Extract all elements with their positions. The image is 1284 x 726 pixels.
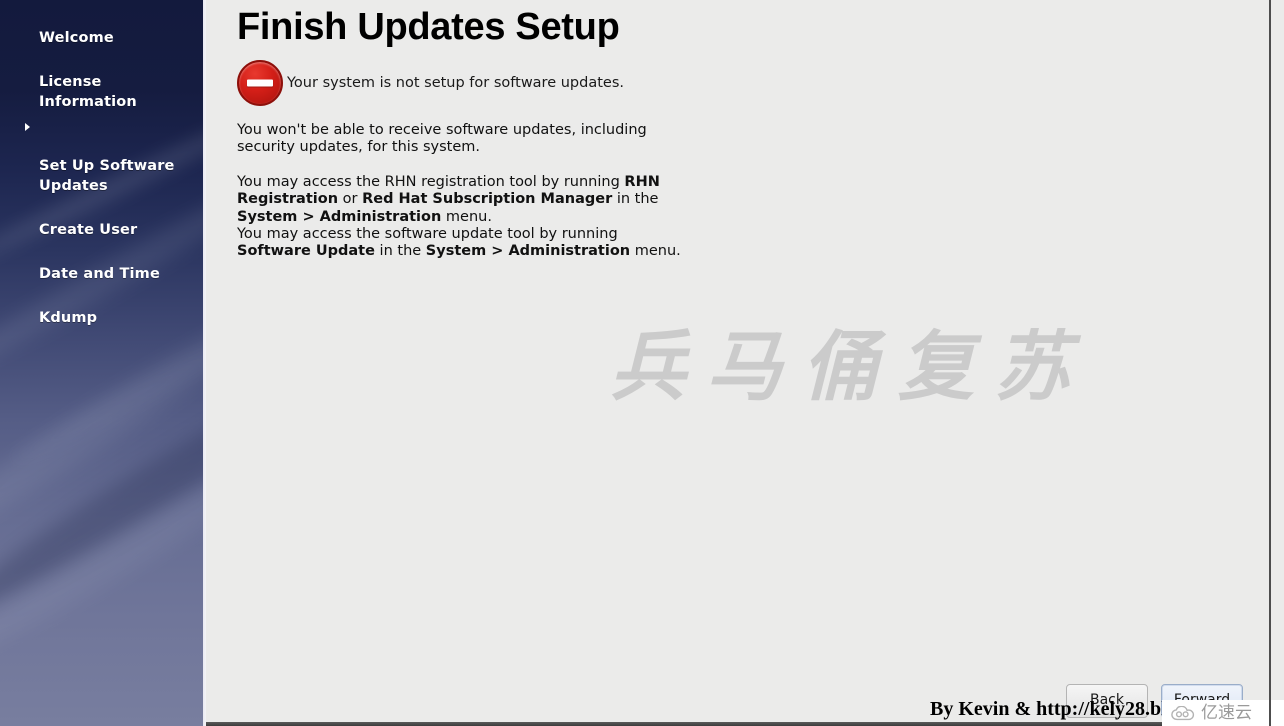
site-logo-text: 亿速云 xyxy=(1201,702,1252,723)
window-right-border xyxy=(1269,0,1271,726)
paragraph-1-line-1: You won't be able to receive software up… xyxy=(237,122,647,138)
paragraph-1-line-2: security updates, for this system. xyxy=(237,139,481,156)
text-run-bold: Red Hat Subscription Manager xyxy=(362,191,613,208)
text-run-bold: System > Administration xyxy=(237,208,442,225)
text-run: in the xyxy=(374,243,426,260)
installer-window: Welcome License Information Set Up Softw… xyxy=(0,0,1284,726)
paragraph-2-line-3: System > Administration menu. xyxy=(237,209,857,226)
cloud-icon xyxy=(1171,705,1196,721)
text-run-bold: RHN xyxy=(624,173,660,190)
sidebar-nav: Welcome License Information Set Up Softw… xyxy=(0,0,203,330)
sidebar-item-label: Set Up Software Updates xyxy=(39,158,175,194)
text-run: in the xyxy=(612,191,659,208)
sidebar-item-welcome[interactable]: Welcome xyxy=(0,6,203,50)
paragraph-2-line-4: You may access the software update tool … xyxy=(237,226,618,243)
paragraph-2-line-1: You may access the RHN registration tool… xyxy=(237,174,857,191)
sidebar: Welcome License Information Set Up Softw… xyxy=(0,0,203,726)
sidebar-item-create-user[interactable]: Create User xyxy=(0,198,203,242)
text-run-bold: Software Update xyxy=(237,243,375,260)
text-run-bold: System > Administration xyxy=(425,243,631,260)
text-run-bold: Registration xyxy=(237,191,339,208)
text-run: You may access the RHN registration tool… xyxy=(237,173,625,190)
sidebar-item-kdump[interactable]: Kdump xyxy=(0,286,203,330)
sidebar-item-license-information[interactable]: License Information xyxy=(0,50,203,114)
site-logo-watermark: 亿速云 xyxy=(1162,700,1284,726)
text-run: menu. xyxy=(441,208,492,225)
paragraph-2-line-5: Software Update in the System > Administ… xyxy=(237,243,857,260)
text-run: or xyxy=(338,191,363,208)
sidebar-item-label: Date and Time xyxy=(39,266,160,282)
error-bar xyxy=(247,79,273,87)
caret-right-icon xyxy=(25,123,30,131)
sidebar-item-set-up-software-updates[interactable]: Set Up Software Updates xyxy=(0,114,203,198)
text-run: menu. xyxy=(630,243,681,260)
sidebar-item-label: Kdump xyxy=(39,310,98,326)
sidebar-item-label: Create User xyxy=(39,222,138,238)
window-bottom-border xyxy=(206,722,1284,726)
sidebar-item-date-and-time[interactable]: Date and Time xyxy=(0,242,203,286)
paragraph-2-line-2: Registration or Red Hat Subscription Man… xyxy=(237,191,857,208)
error-circle-icon xyxy=(237,60,283,106)
status-message: Your system is not setup for software up… xyxy=(237,60,624,106)
calligraphy-watermark: 兵马俑复苏 xyxy=(610,322,1090,411)
sidebar-item-label: License Information xyxy=(39,74,137,110)
main-content: Finish Updates Setup Your system is not … xyxy=(206,0,1270,723)
body-text: You won't be able to receive software up… xyxy=(237,122,857,261)
page-title: Finish Updates Setup xyxy=(237,6,620,48)
status-text: Your system is not setup for software up… xyxy=(287,75,624,91)
credit-watermark: By Kevin & http://kely28.blo xyxy=(930,698,1177,720)
sidebar-item-label: Welcome xyxy=(39,30,114,46)
